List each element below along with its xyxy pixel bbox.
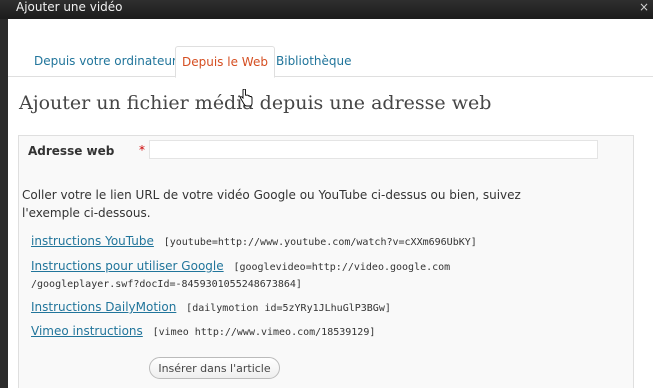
google-shortcode: [googlevideo=http://video.google.com <box>233 262 451 273</box>
dialog-title: Ajouter une vidéo <box>16 0 123 14</box>
google-shortcode-line2: /googleplayer.swf?docId=-845930105524867… <box>31 279 302 290</box>
example-vimeo: Vimeo instructions [vimeo http://www.vim… <box>31 324 375 338</box>
page-title: Ajouter un fichier média depuis une adre… <box>19 92 492 114</box>
required-marker: * <box>139 143 145 157</box>
example-youtube: instructions YouTube [youtube=http://www… <box>31 234 477 248</box>
tab-library[interactable]: Bibliothèque <box>270 47 358 75</box>
url-input[interactable] <box>149 140 598 159</box>
google-instructions-link[interactable]: Instructions pour utiliser Google <box>31 259 224 273</box>
insert-into-post-button[interactable]: Insérer dans l'article <box>149 357 280 379</box>
dailymotion-instructions-link[interactable]: Instructions DailyMotion <box>31 300 176 314</box>
dailymotion-shortcode: [dailymotion id=5zYRy1JLhuGlP3BGw] <box>186 303 391 314</box>
youtube-instructions-link[interactable]: instructions YouTube <box>31 234 154 248</box>
hand-pointer-icon <box>239 89 253 107</box>
help-text: Coller votre le lien URL de votre vidéo … <box>22 188 521 220</box>
tab-from-computer[interactable]: Depuis votre ordinateur <box>28 47 183 75</box>
vimeo-instructions-link[interactable]: Vimeo instructions <box>31 324 143 338</box>
dialog-titlebar: Ajouter une vidéo × <box>0 0 653 19</box>
close-icon[interactable]: × <box>638 1 650 13</box>
example-dailymotion: Instructions DailyMotion [dailymotion id… <box>31 300 391 314</box>
tab-from-web[interactable]: Depuis le Web <box>175 46 275 78</box>
background-strip <box>0 19 8 388</box>
media-dialog: Depuis votre ordinateur Depuis le Web Bi… <box>8 19 653 388</box>
url-label: Adresse web <box>28 144 115 158</box>
youtube-shortcode: [youtube=http://www.youtube.com/watch?v=… <box>163 237 477 248</box>
tab-bar: Depuis votre ordinateur Depuis le Web Bi… <box>8 19 653 78</box>
example-google: Instructions pour utiliser Google [googl… <box>31 259 450 273</box>
vimeo-shortcode: [vimeo http://www.vimeo.com/18539129] <box>152 327 376 338</box>
